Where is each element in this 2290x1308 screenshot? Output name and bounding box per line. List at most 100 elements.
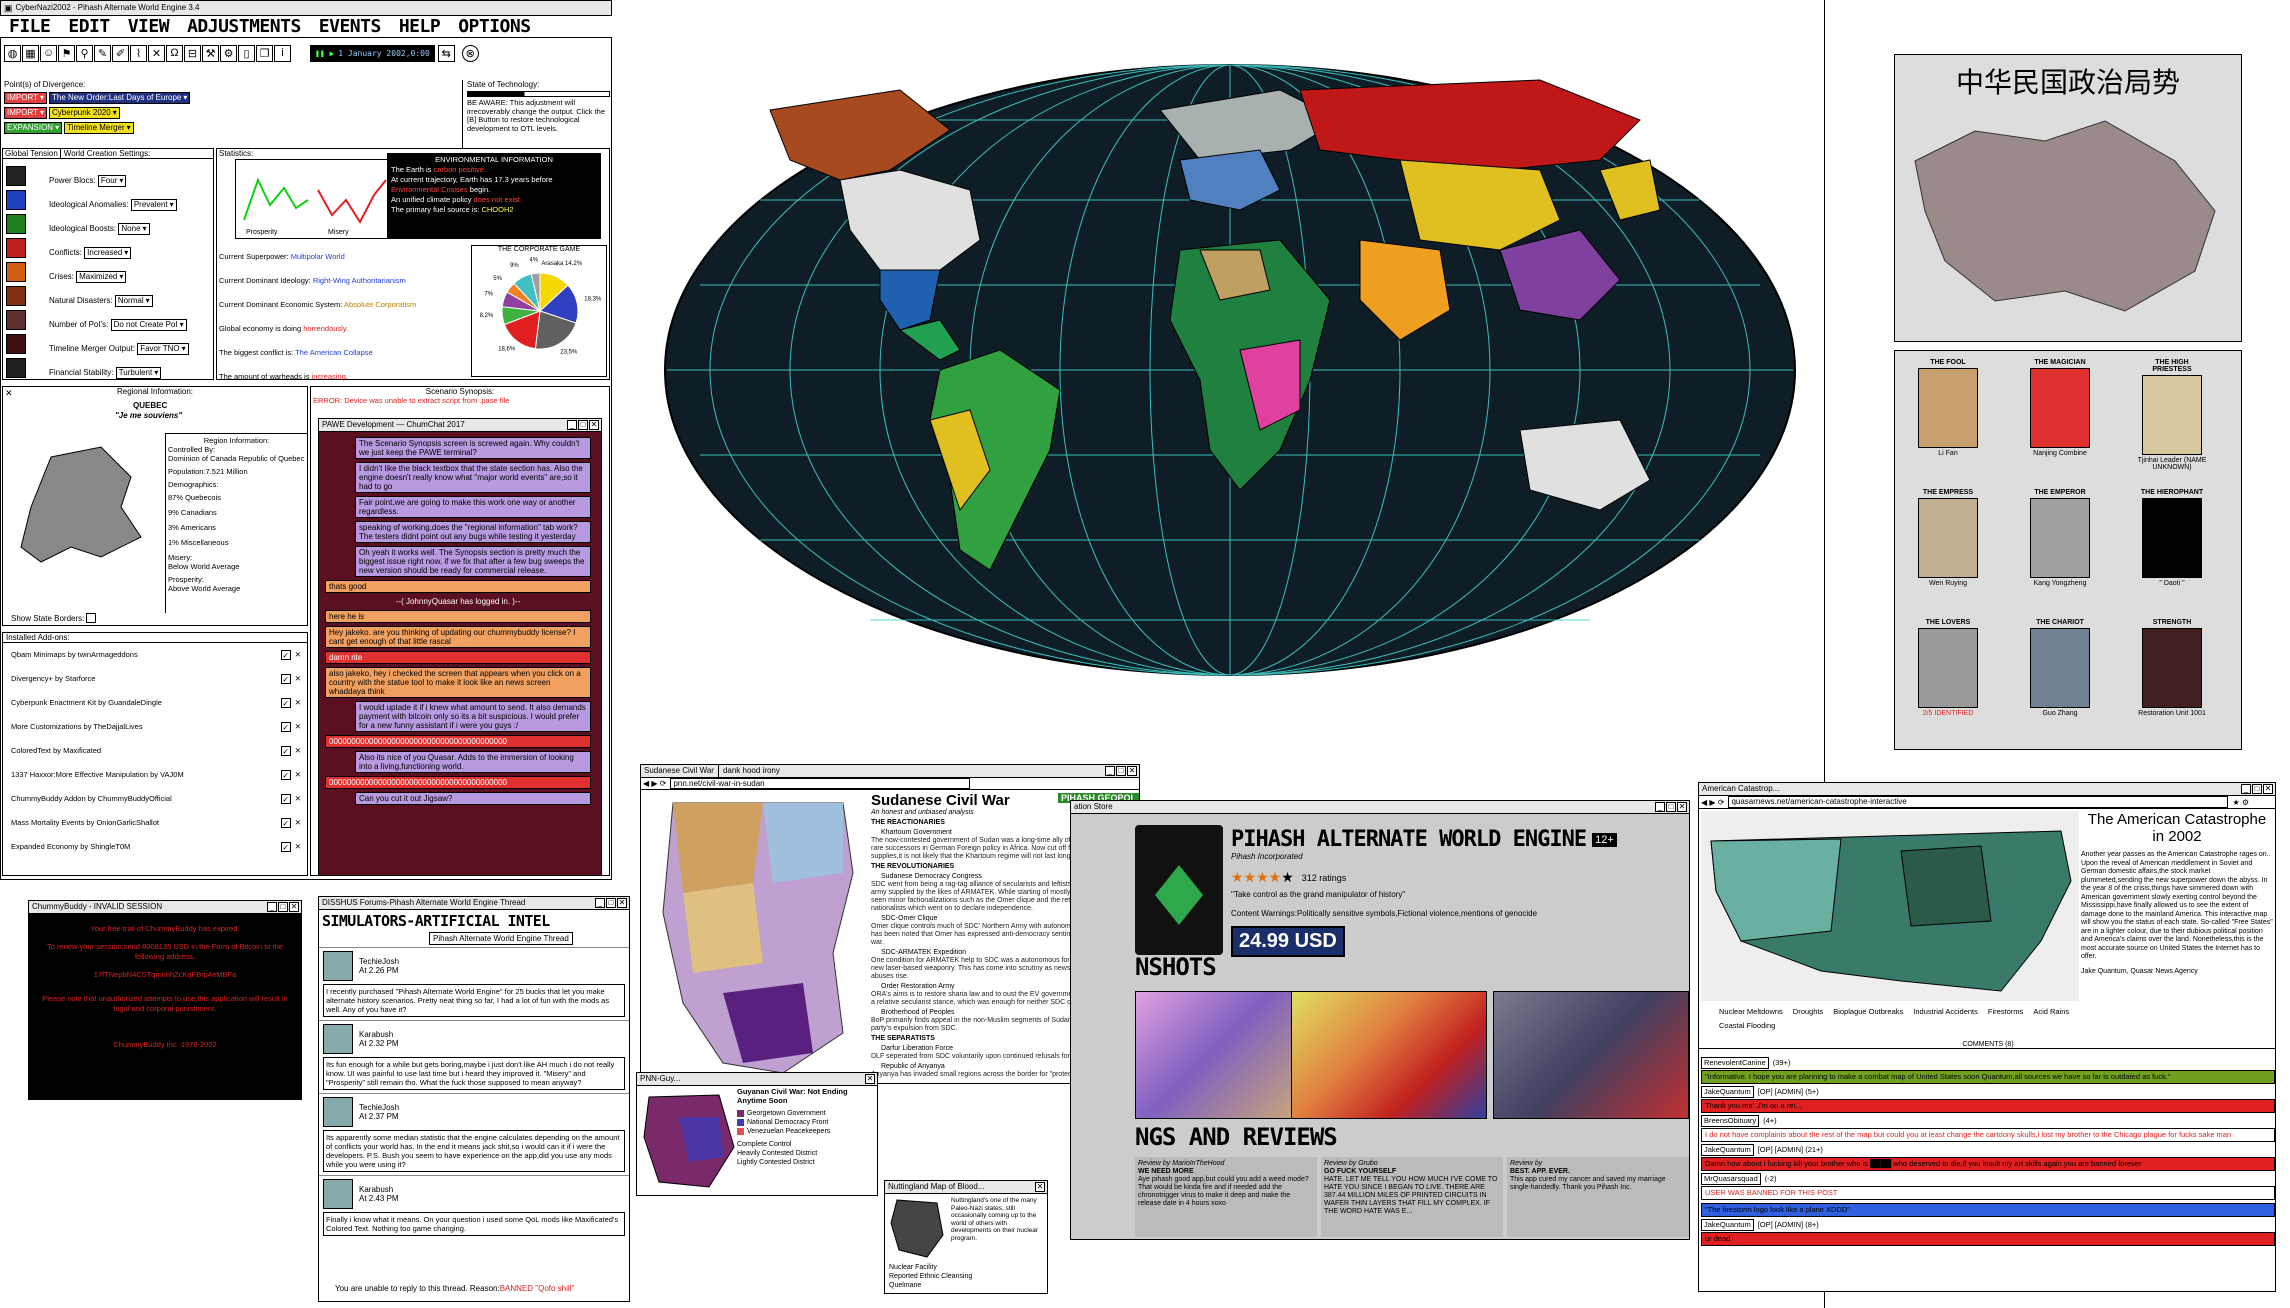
tarot-card[interactable]: THE HIGH PRIESTESS Tjinhai Leader (NAME U…: [2137, 359, 2207, 471]
minimize-icon[interactable]: _: [1105, 766, 1115, 776]
setting-select[interactable]: Normal: [114, 295, 153, 307]
world-map[interactable]: [640, 50, 1820, 690]
pin-icon[interactable]: ⚲: [76, 44, 93, 62]
divergence-select-3[interactable]: Timeline Merger: [64, 122, 134, 134]
wrench-icon[interactable]: ⚙: [220, 44, 237, 62]
store-tab[interactable]: ation Store: [1074, 801, 1113, 813]
menu-adjustments[interactable]: ADJUSTMENTS: [178, 16, 310, 37]
minimize-icon[interactable]: _: [1655, 802, 1665, 812]
import-tag-2[interactable]: IMPORT: [4, 107, 47, 119]
tarot-card[interactable]: STRENGTH Restoration Unit 1001: [2137, 619, 2207, 717]
borders-checkbox[interactable]: [86, 613, 97, 623]
maximize-icon[interactable]: □: [578, 420, 588, 430]
tarot-card[interactable]: THE EMPEROR Kang Yongzheng: [2025, 489, 2095, 587]
setting-select[interactable]: Turbulent: [115, 367, 162, 379]
person-icon[interactable]: ☺: [40, 44, 57, 62]
maximize-icon[interactable]: □: [2252, 784, 2262, 794]
minimize-icon[interactable]: _: [567, 420, 577, 430]
addon-checkbox[interactable]: ✓: [280, 722, 291, 732]
setting-select[interactable]: Four: [97, 175, 127, 187]
pencil-icon[interactable]: ✐: [112, 44, 129, 62]
post-author[interactable]: Karabush: [359, 1185, 399, 1194]
info-icon[interactable]: i: [274, 44, 291, 62]
brush-icon[interactable]: ✎: [94, 44, 111, 62]
boost-icon[interactable]: [6, 214, 26, 234]
minimize-icon[interactable]: _: [267, 902, 277, 912]
split-icon[interactable]: ⊟: [184, 44, 201, 62]
addon-checkbox[interactable]: ✓: [280, 674, 291, 684]
rewind-icon[interactable]: ⇆: [437, 44, 455, 62]
addon-checkbox[interactable]: ✓: [280, 698, 291, 708]
eyedropper-icon[interactable]: ⌇: [130, 44, 147, 62]
timeline-icon[interactable]: [6, 334, 26, 354]
guyana-tab[interactable]: PNN-Guy...: [640, 1073, 680, 1085]
remove-icon[interactable]: ✕: [295, 739, 301, 763]
thread-title[interactable]: Pihash Alternate World Engine Thread: [429, 932, 573, 945]
remove-icon[interactable]: ✕: [295, 763, 301, 787]
pause-icon[interactable]: ❚❚ ▶: [315, 49, 334, 58]
close-icon[interactable]: ✕: [1677, 802, 1687, 812]
stop-icon[interactable]: ⊗: [461, 44, 479, 62]
technology-slider[interactable]: [467, 91, 610, 97]
crisis-icon[interactable]: [6, 262, 26, 282]
tarot-card[interactable]: THE HIEROPHANT " Daoti ": [2137, 489, 2207, 587]
comment-author[interactable]: BreensObituary: [1701, 1115, 1760, 1127]
close-icon[interactable]: ✕: [617, 898, 627, 908]
remove-icon[interactable]: ✕: [295, 667, 301, 691]
menu-help[interactable]: HELP: [390, 16, 449, 37]
close-icon[interactable]: ✕: [289, 902, 299, 912]
minimize-icon[interactable]: _: [595, 898, 605, 908]
url-input[interactable]: quasarnews.net/american-catastrophe-inte…: [1728, 796, 2229, 808]
addon-checkbox[interactable]: ✓: [280, 650, 291, 660]
american-tab[interactable]: American Catastrop...: [1702, 783, 1779, 795]
tarot-card[interactable]: THE LOVERS 2/5 IDENTIFIED: [1913, 619, 1983, 717]
date-control[interactable]: ❚❚ ▶ 1 January 2002,0:00: [310, 44, 435, 62]
expansion-tag[interactable]: EXPANSION: [4, 122, 63, 134]
maximize-icon[interactable]: □: [278, 902, 288, 912]
comment-author[interactable]: JakeQuantum: [1701, 1144, 1754, 1156]
divergence-select-2[interactable]: Cyberpunk 2020: [48, 107, 120, 119]
remove-icon[interactable]: ✕: [295, 691, 301, 715]
cross-icon[interactable]: ✕: [148, 44, 165, 62]
tarot-card[interactable]: THE MAGICIAN Nanjing Combine: [2025, 359, 2095, 457]
remove-icon[interactable]: ✕: [295, 715, 301, 739]
omega-icon[interactable]: Ω: [166, 44, 183, 62]
tab-world-creation[interactable]: World Creation Settings:: [61, 149, 154, 158]
close-icon[interactable]: ✕: [5, 388, 13, 399]
tab-global-tension[interactable]: Global Tension: [3, 149, 61, 158]
remove-icon[interactable]: ✕: [295, 811, 301, 835]
page-icon[interactable]: ▯: [238, 44, 255, 62]
addon-checkbox[interactable]: ✓: [280, 794, 291, 804]
setting-select[interactable]: None: [118, 223, 150, 235]
menu-events[interactable]: EVENTS: [310, 16, 390, 37]
post-author[interactable]: TechieJosh: [359, 957, 399, 966]
maximize-icon[interactable]: □: [1666, 802, 1676, 812]
addon-checkbox[interactable]: ✓: [280, 770, 291, 780]
comment-author[interactable]: RenevolentCanine: [1701, 1057, 1769, 1069]
setting-select[interactable]: Maximized: [76, 271, 127, 283]
tarot-card[interactable]: THE CHARIOT Guo Zhang: [2025, 619, 2095, 717]
comment-author[interactable]: JakeQuantum: [1701, 1219, 1754, 1231]
ideology-icon[interactable]: [6, 190, 26, 210]
screenshot-2[interactable]: [1291, 991, 1487, 1119]
tab-dank[interactable]: dank hood irony: [719, 765, 780, 777]
globe-icon[interactable]: ◍: [4, 44, 21, 62]
tab-sudan[interactable]: Sudanese Civil War: [644, 765, 719, 777]
star-icon[interactable]: ★ ⚙: [2232, 798, 2249, 807]
close-icon[interactable]: ✕: [1127, 766, 1137, 776]
poi-icon[interactable]: [6, 310, 26, 330]
layers-icon[interactable]: ❐: [256, 44, 273, 62]
bitcoin-address[interactable]: 17fTNepbN4CSTqmnhhZcKqFBrp4eMBFa: [37, 970, 293, 980]
setting-select[interactable]: Favor TNO: [137, 343, 189, 355]
maximize-icon[interactable]: □: [1116, 766, 1126, 776]
tarot-card[interactable]: THE EMPRESS Wen Ruying: [1913, 489, 1983, 587]
bloc-icon[interactable]: [6, 166, 26, 186]
close-icon[interactable]: ✕: [1035, 1182, 1045, 1192]
price-button[interactable]: 24.99 USD: [1231, 926, 1345, 957]
menu-file[interactable]: FILE: [0, 16, 59, 37]
remove-icon[interactable]: ✕: [295, 643, 301, 667]
post-author[interactable]: TechieJosh: [359, 1103, 399, 1112]
addon-checkbox[interactable]: ✓: [280, 818, 291, 828]
screenshot-3[interactable]: [1493, 991, 1689, 1119]
url-input[interactable]: pnn.net/civil-war-in-sudan: [670, 778, 971, 789]
